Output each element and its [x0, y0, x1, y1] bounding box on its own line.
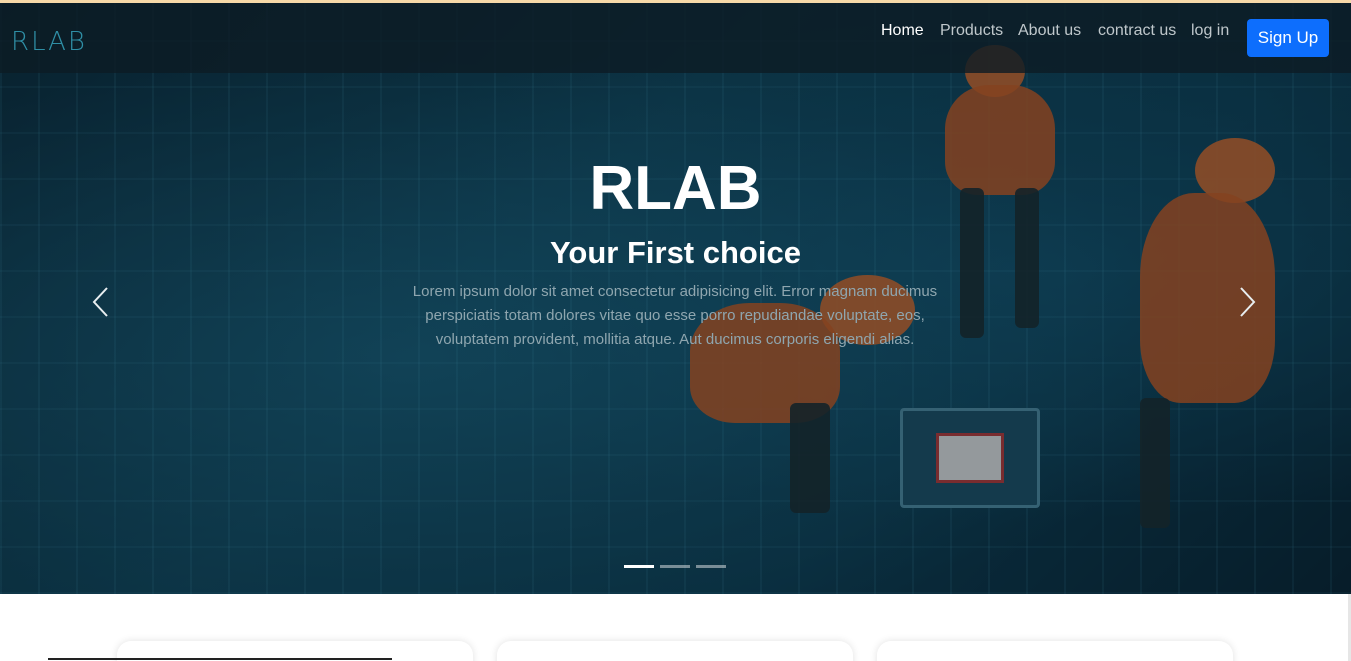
carousel-indicator-2[interactable] [660, 565, 690, 568]
carousel-indicator-3[interactable] [696, 565, 726, 568]
nav-link-products[interactable]: Products [940, 22, 1003, 40]
feature-card-3 [877, 641, 1233, 661]
carousel-indicator-1[interactable] [624, 565, 654, 568]
hero-carousel: RLAB Your First choice Lorem ipsum dolor… [0, 3, 1351, 594]
carousel-next-button[interactable] [1232, 285, 1262, 319]
hero-title: RLAB [589, 154, 762, 223]
chevron-right-icon [1240, 287, 1256, 317]
nav-link-about[interactable]: About us [1018, 22, 1081, 40]
chevron-left-icon [92, 287, 108, 317]
hero-description: Lorem ipsum dolor sit amet consectetur a… [412, 283, 938, 348]
nav-link-login[interactable]: log in [1191, 22, 1229, 40]
divider [48, 658, 392, 660]
brand-logo[interactable]: RLAB [11, 27, 87, 57]
hero-subtitle: Your First choice [550, 235, 801, 270]
signup-button[interactable]: Sign Up [1247, 19, 1329, 57]
nav-link-contact[interactable]: contract us [1098, 22, 1176, 40]
carousel-indicators [624, 565, 734, 569]
carousel-prev-button[interactable] [86, 285, 116, 319]
feature-card-2 [497, 641, 853, 661]
nav-link-home[interactable]: Home [881, 22, 924, 40]
navbar: RLAB Home Products About us contract us … [0, 3, 1351, 73]
